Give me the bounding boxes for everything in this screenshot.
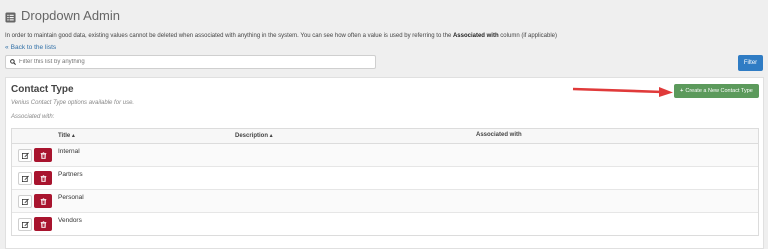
edit-button[interactable]: [18, 218, 32, 231]
column-title-label: Title: [58, 133, 71, 139]
trash-icon: [40, 174, 46, 182]
column-header-title[interactable]: Title ▴: [58, 132, 75, 139]
delete-button[interactable]: [34, 217, 52, 231]
row-title: Partners: [58, 171, 83, 178]
column-description-label: Description: [235, 133, 269, 139]
trash-icon: [40, 197, 46, 205]
search-input[interactable]: [19, 59, 375, 65]
page-header: Dropdown Admin: [5, 6, 120, 24]
annotation-arrow-icon: [572, 87, 673, 97]
info-text-after: column (if applicable): [498, 33, 557, 39]
row-title: Internal: [58, 148, 80, 155]
column-header-associated-with: Associated with: [476, 132, 522, 138]
delete-button[interactable]: [34, 148, 52, 162]
table-row: Internal: [12, 144, 758, 167]
double-chevron-left-icon: «: [5, 44, 9, 51]
plus-icon: +: [680, 88, 684, 94]
contact-type-table: Title ▴ Description ▴ Associated with In…: [11, 128, 759, 236]
table-row: Partners: [12, 167, 758, 190]
search-box[interactable]: [5, 55, 376, 69]
list-icon: [5, 10, 16, 23]
table-row: Personal: [12, 190, 758, 213]
trash-icon: [40, 151, 46, 159]
filter-button[interactable]: Filter: [738, 55, 763, 71]
trash-icon: [40, 220, 46, 228]
edit-button[interactable]: [18, 195, 32, 208]
panel-title: Contact Type: [11, 84, 74, 95]
panel-subtitle: Venius Contact Type options available fo…: [11, 100, 135, 106]
info-text: In order to maintain good data, existing…: [5, 33, 557, 39]
create-button-label: Create a New Contact Type: [685, 88, 753, 94]
back-link-label: Back to the lists: [10, 44, 57, 51]
delete-button[interactable]: [34, 171, 52, 185]
search-icon: [10, 59, 16, 65]
table-row: Vendors: [12, 213, 758, 235]
edit-icon: [21, 175, 29, 182]
table-header: Title ▴ Description ▴ Associated with: [12, 129, 758, 144]
back-to-lists-link[interactable]: « Back to the lists: [5, 44, 56, 51]
info-text-bold: Associated with: [452, 33, 499, 39]
table-body: Internal Partners Personal Vendors: [12, 144, 758, 235]
associated-with-label: Associated with:: [11, 114, 55, 120]
create-contact-type-button[interactable]: + Create a New Contact Type: [674, 84, 759, 98]
edit-icon: [21, 198, 29, 205]
info-text-before: In order to maintain good data, existing…: [5, 33, 453, 39]
row-title: Vendors: [58, 217, 82, 224]
column-header-description[interactable]: Description ▴: [235, 132, 273, 139]
delete-button[interactable]: [34, 194, 52, 208]
edit-icon: [21, 152, 29, 159]
edit-button[interactable]: [18, 149, 32, 162]
edit-button[interactable]: [18, 172, 32, 185]
row-title: Personal: [58, 194, 84, 201]
edit-icon: [21, 221, 29, 228]
contact-type-panel: Contact Type Venius Contact Type options…: [5, 77, 764, 249]
page-title: Dropdown Admin: [21, 7, 120, 23]
